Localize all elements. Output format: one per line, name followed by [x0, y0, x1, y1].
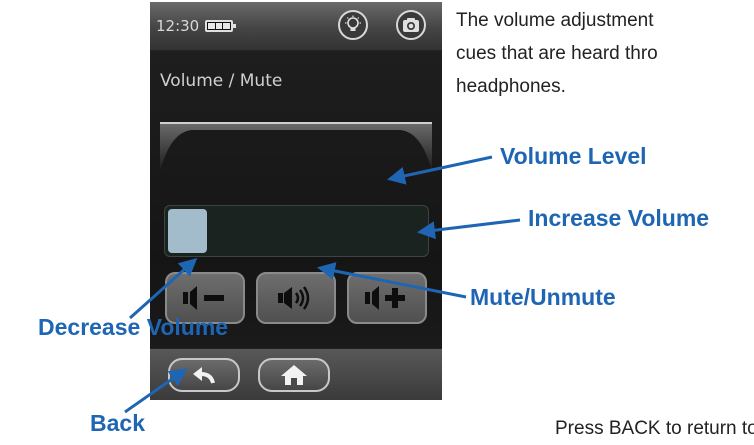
battery-icon	[205, 20, 236, 32]
description-footer: Press BACK to return to th	[555, 418, 754, 439]
annotation-decrease-volume: Decrease Volume	[38, 314, 229, 340]
annotation-mute-unmute: Mute/Unmute	[470, 284, 616, 310]
back-arrow-icon	[193, 367, 215, 384]
increase-volume-button[interactable]	[347, 272, 427, 324]
annotation-increase-volume: Increase Volume	[528, 205, 710, 231]
status-bar: 12:30	[150, 2, 442, 51]
mute-unmute-button[interactable]	[256, 272, 336, 324]
volume-increase-icon	[365, 286, 405, 310]
status-time: 12:30	[156, 17, 200, 35]
volume-level-knob[interactable]	[168, 209, 207, 253]
volume-mute-toggle-icon	[278, 286, 310, 310]
description-line-2: cues that are heard thro	[456, 43, 658, 64]
volume-level-slider[interactable]	[164, 205, 429, 257]
lightbulb-icon[interactable]	[338, 10, 368, 40]
screen-title: Volume / Mute	[160, 71, 283, 91]
volume-screen: Volume / Mute	[150, 51, 442, 348]
annotation-back: Back	[90, 410, 145, 436]
navigation-bar	[150, 348, 442, 400]
home-icon	[281, 365, 307, 385]
annotation-volume-level: Volume Level	[500, 143, 647, 169]
description-line-3: headphones.	[456, 76, 566, 97]
back-button[interactable]	[168, 358, 240, 392]
header-curve-decoration	[160, 124, 432, 172]
description-line-1: The volume adjustment	[456, 10, 654, 31]
camera-icon[interactable]	[396, 10, 426, 40]
home-button[interactable]	[258, 358, 330, 392]
volume-decrease-icon	[183, 286, 224, 310]
